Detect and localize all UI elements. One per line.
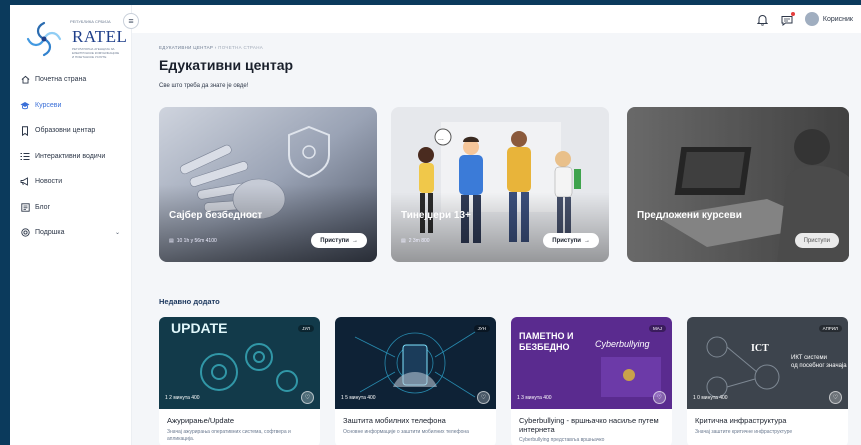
card-title: Ажурирање/Update (167, 416, 235, 425)
page-subtitle: Све што треба да знате је овде! (159, 83, 249, 89)
sidebar-item-courses[interactable]: Курсеви (10, 93, 132, 119)
month-badge: ЈУЛ (298, 325, 314, 332)
month-badge: ЈУН (473, 325, 490, 332)
breadcrumb-current: ПОЧЕТНА СТРАНА (218, 45, 264, 50)
hero-title: Предложени курсеви (637, 210, 742, 221)
card-meta: 1 3 минута 400 (517, 395, 552, 401)
sidebar-item-home[interactable]: Почетна страна (10, 67, 132, 93)
hero-card-teenagers[interactable]: ... Тинејџери 13 (391, 107, 609, 262)
topbar: Корисник (132, 5, 861, 33)
card-overlay-text: ПАМЕТНО И БЕЗБЕДНО (519, 331, 573, 352)
page-title: Едукативни центар (159, 57, 294, 73)
ratel-logo[interactable]: РЕПУБЛИКА СРБИЈА RATEL РЕГУЛАТОРНА АГЕНЦ… (22, 17, 127, 61)
sidebar-item-label: Новости (35, 178, 63, 186)
main-content: ЕДУКАТИВНИ ЦЕНТАР › ПОЧЕТНА СТРАНА Едука… (132, 33, 861, 445)
card-description: Значај ажурирања оперативних система, со… (167, 429, 291, 442)
course-card[interactable]: ЈУН 1 5 минута 400 ♡ Заштита мобилних те… (335, 317, 496, 445)
access-button[interactable]: Приступи → (543, 233, 599, 248)
hero-meta: ▤ 2 3m 800 (401, 238, 430, 244)
lessons-icon: ▤ (169, 238, 174, 244)
card-title: Критична инфраструктура (695, 416, 787, 425)
hero-meta: ▤ 10 1h y 56m 4100 (169, 238, 217, 244)
blog-icon (20, 202, 30, 212)
hero-title: Тинејџери 13+ (401, 210, 471, 221)
card-meta: 1 5 минута 400 (341, 395, 376, 401)
hero-card-cyber-security[interactable]: Сајбер безбедност ▤ 10 1h y 56m 4100 При… (159, 107, 377, 262)
sidebar: РЕПУБЛИКА СРБИЈА RATEL РЕГУЛАТОРНА АГЕНЦ… (10, 5, 132, 445)
app-window: РЕПУБЛИКА СРБИЈА RATEL РЕГУЛАТОРНА АГЕНЦ… (10, 5, 861, 445)
home-icon (20, 75, 30, 85)
favorite-button[interactable]: ♡ (477, 391, 490, 404)
sidebar-item-label: Интерактивни водичи (35, 152, 106, 160)
sidebar-item-label: Подршка (35, 229, 65, 237)
notification-badge (790, 12, 795, 16)
card-overlay-subtext: Cyberbullying (595, 339, 650, 349)
sidebar-item-support[interactable]: Подршка ⌄ (10, 220, 132, 246)
card-title: Заштита мобилних телефона (343, 416, 446, 425)
user-name[interactable]: Корисник (823, 16, 853, 23)
bookmark-icon (20, 126, 30, 136)
sidebar-item-news[interactable]: Новости (10, 169, 132, 195)
card-description: Значај заштите критичне инфраструктуре (695, 429, 793, 435)
recent-section-title: Недавно додато (159, 297, 220, 306)
access-button-label: Приступи (320, 237, 349, 244)
heart-icon: ♡ (480, 395, 487, 401)
sidebar-item-blog[interactable]: Блог (10, 195, 132, 221)
graduation-cap-icon (20, 100, 30, 110)
bell-icon[interactable] (756, 13, 769, 26)
logo-name: RATEL (72, 27, 128, 46)
sidebar-item-label: Образовни центар (35, 127, 96, 135)
chevron-down-icon: ⌄ (114, 230, 120, 237)
megaphone-icon (20, 177, 30, 187)
menu-toggle-button[interactable]: ≡ (123, 13, 139, 29)
access-button-label: Приступи (552, 237, 581, 244)
card-meta: 1 0 минута 400 (693, 395, 728, 401)
favorite-button[interactable]: ♡ (829, 391, 842, 404)
month-badge: АПРИЛ (818, 325, 842, 332)
messages-icon[interactable] (781, 12, 795, 27)
card-overlay-text: ICT (751, 343, 769, 354)
sidebar-item-label: Курсеви (35, 101, 62, 109)
sidebar-item-label: Почетна страна (35, 76, 87, 84)
course-card[interactable]: ICT ИКТ системи од посебног значаја АПРИЛ… (687, 317, 848, 445)
access-button[interactable]: Приступи (794, 233, 839, 248)
card-title: Cyberbullying - вршњачко насиље путем ин… (519, 416, 659, 434)
hero-title: Сајбер безбедност (169, 210, 263, 221)
course-card[interactable]: UPDATE ЈУЛ 1 2 минута 400 ♡ Ажурирање/Up… (159, 317, 320, 445)
card-description: Cyberbullying представља вршњачко (519, 437, 605, 443)
heart-icon: ♡ (656, 395, 663, 401)
access-button[interactable]: Приступи → (311, 233, 367, 248)
list-icon (20, 151, 30, 161)
logo-top-text: РЕПУБЛИКА СРБИЈА (70, 19, 111, 24)
breadcrumb-root[interactable]: ЕДУКАТИВНИ ЦЕНТАР (159, 45, 213, 50)
lessons-icon: ▤ (401, 238, 406, 244)
hero-meta-text: 10 1h y 56m 4100 (176, 238, 217, 244)
heart-icon: ♡ (832, 395, 839, 401)
hero-meta-text: 2 3m 800 (408, 238, 430, 244)
sidebar-item-interactive-guides[interactable]: Интерактивни водичи (10, 144, 132, 170)
arrow-right-icon: → (584, 237, 590, 244)
avatar[interactable] (804, 12, 819, 26)
card-description: Основне информације о заштити мобилних т… (343, 429, 469, 435)
card-overlay-text: UPDATE (171, 320, 228, 336)
topbar-actions: Корисник (756, 12, 853, 27)
sidebar-nav: Почетна страна Курсеви Образовни центар … (10, 67, 132, 246)
favorite-button[interactable]: ♡ (653, 391, 666, 404)
sidebar-item-education-center[interactable]: Образовни центар (10, 118, 132, 144)
access-button-label: Приступи (803, 237, 830, 244)
month-badge: МАЈ (649, 325, 666, 332)
support-icon (20, 228, 30, 238)
sidebar-item-label: Блог (35, 203, 51, 211)
breadcrumb: ЕДУКАТИВНИ ЦЕНТАР › ПОЧЕТНА СТРАНА (159, 45, 263, 50)
heart-icon: ♡ (304, 395, 311, 401)
breadcrumb-separator: › (214, 45, 217, 50)
course-card[interactable]: ПАМЕТНО И БЕЗБЕДНО Cyberbullying МАЈ 1 3 … (511, 317, 672, 445)
arrow-right-icon: → (352, 237, 358, 244)
hamburger-icon: ≡ (128, 16, 134, 26)
card-meta: 1 2 минута 400 (165, 395, 200, 401)
ratel-emblem-icon (26, 21, 62, 57)
logo-subtitle: РЕГУЛАТОРНА АГЕНЦИЈА ЗА ЕЛЕКТРОНСКЕ КОМУ… (72, 47, 120, 59)
hero-card-suggested-courses[interactable]: Предложени курсеви Приступи (627, 107, 849, 262)
favorite-button[interactable]: ♡ (301, 391, 314, 404)
